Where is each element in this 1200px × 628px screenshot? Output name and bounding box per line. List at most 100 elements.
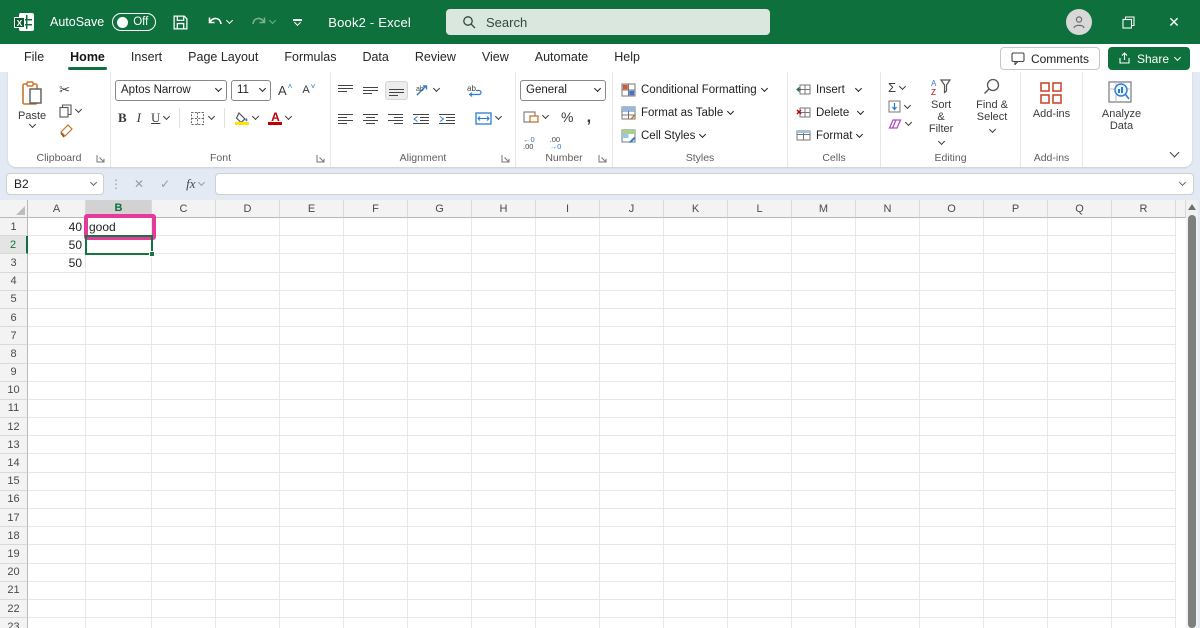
- grid-cell-E11[interactable]: [280, 400, 344, 418]
- search-input[interactable]: Search: [446, 9, 770, 35]
- grid-cell-L11[interactable]: [728, 400, 792, 418]
- scroll-up-arrow-icon[interactable]: [1188, 204, 1196, 210]
- grid-cell-J18[interactable]: [600, 527, 664, 545]
- grid-cell-Q11[interactable]: [1048, 400, 1112, 418]
- grid-cell-K9[interactable]: [664, 364, 728, 382]
- grid-cell-P6[interactable]: [984, 309, 1048, 327]
- grid-cell-F2[interactable]: [344, 236, 408, 254]
- grid-cell-H21[interactable]: [472, 582, 536, 600]
- grid-cell-I7[interactable]: [536, 327, 600, 345]
- row-header-2[interactable]: 2: [0, 236, 28, 254]
- grid-cell-O1[interactable]: [920, 218, 984, 236]
- grid-cell-R20[interactable]: [1112, 564, 1176, 582]
- grid-cell-H17[interactable]: [472, 509, 536, 527]
- top-align-button[interactable]: [335, 82, 356, 99]
- grid-cell-R13[interactable]: [1112, 436, 1176, 454]
- decrease-font-size-button[interactable]: A˅: [299, 82, 318, 98]
- grid-cell-Q1[interactable]: [1048, 218, 1112, 236]
- grid-cell-M3[interactable]: [792, 254, 856, 272]
- grid-cell-B5[interactable]: [86, 291, 152, 309]
- grid-cell-F4[interactable]: [344, 273, 408, 291]
- column-header-R[interactable]: R: [1112, 200, 1176, 218]
- grid-cell-M19[interactable]: [792, 545, 856, 563]
- redo-button[interactable]: [248, 13, 277, 32]
- grid-cell-Q19[interactable]: [1048, 545, 1112, 563]
- grid-cell-Q22[interactable]: [1048, 600, 1112, 618]
- grid-cell-R12[interactable]: [1112, 418, 1176, 436]
- grid-cell-O18[interactable]: [920, 527, 984, 545]
- tab-page-layout[interactable]: Page Layout: [176, 45, 270, 71]
- grid-cell-C1[interactable]: [152, 218, 216, 236]
- grid-cell-Q9[interactable]: [1048, 364, 1112, 382]
- grid-cell-F15[interactable]: [344, 473, 408, 491]
- borders-button[interactable]: [187, 109, 217, 128]
- grid-cell-L2[interactable]: [728, 236, 792, 254]
- expand-formula-bar-button[interactable]: [1179, 178, 1186, 185]
- grid-cell-M15[interactable]: [792, 473, 856, 491]
- grid-cell-E19[interactable]: [280, 545, 344, 563]
- grid-cell-P17[interactable]: [984, 509, 1048, 527]
- grid-cell-M4[interactable]: [792, 273, 856, 291]
- grid-cell-G14[interactable]: [408, 454, 472, 472]
- grid-cell-D23[interactable]: [216, 618, 280, 628]
- grid-cell-L13[interactable]: [728, 436, 792, 454]
- grid-cell-D1[interactable]: [216, 218, 280, 236]
- grid-cell-G23[interactable]: [408, 618, 472, 628]
- grid-cell-R4[interactable]: [1112, 273, 1176, 291]
- grid-cell-C21[interactable]: [152, 582, 216, 600]
- grid-cell-Q4[interactable]: [1048, 273, 1112, 291]
- grid-cell-G18[interactable]: [408, 527, 472, 545]
- tab-file[interactable]: File: [12, 45, 56, 71]
- row-header-5[interactable]: 5: [0, 291, 28, 309]
- grid-cell-L22[interactable]: [728, 600, 792, 618]
- grid-cell-K7[interactable]: [664, 327, 728, 345]
- grid-cell-K20[interactable]: [664, 564, 728, 582]
- grid-cell-O13[interactable]: [920, 436, 984, 454]
- grid-cell-B23[interactable]: [86, 618, 152, 628]
- grid-cell-O10[interactable]: [920, 382, 984, 400]
- grid-cell-C15[interactable]: [152, 473, 216, 491]
- grid-cell-L16[interactable]: [728, 491, 792, 509]
- grid-cell-A20[interactable]: [28, 564, 86, 582]
- grid-cell-F14[interactable]: [344, 454, 408, 472]
- grid-cell-R7[interactable]: [1112, 327, 1176, 345]
- grid-cell-B18[interactable]: [86, 527, 152, 545]
- addins-button[interactable]: Add-ins: [1027, 78, 1076, 123]
- grid-cell-H15[interactable]: [472, 473, 536, 491]
- row-header-4[interactable]: 4: [0, 273, 28, 291]
- grid-cell-L6[interactable]: [728, 309, 792, 327]
- grid-cell-O3[interactable]: [920, 254, 984, 272]
- column-header-O[interactable]: O: [920, 200, 984, 218]
- column-header-N[interactable]: N: [856, 200, 920, 218]
- grid-cell-N22[interactable]: [856, 600, 920, 618]
- grid-cell-D21[interactable]: [216, 582, 280, 600]
- grid-cell-Q5[interactable]: [1048, 291, 1112, 309]
- grid-cell-A22[interactable]: [28, 600, 86, 618]
- grid-cell-K16[interactable]: [664, 491, 728, 509]
- grid-cell-C19[interactable]: [152, 545, 216, 563]
- grid-cell-I10[interactable]: [536, 382, 600, 400]
- delete-cells-button[interactable]: Delete: [792, 101, 867, 124]
- grid-cell-E2[interactable]: [280, 236, 344, 254]
- grid-cell-M14[interactable]: [792, 454, 856, 472]
- grid-cell-K2[interactable]: [664, 236, 728, 254]
- grid-cell-C23[interactable]: [152, 618, 216, 628]
- column-header-B[interactable]: B: [86, 200, 152, 218]
- grid-cell-I19[interactable]: [536, 545, 600, 563]
- increase-indent-button[interactable]: [436, 110, 458, 127]
- column-header-A[interactable]: A: [28, 200, 86, 218]
- grid-cell-R18[interactable]: [1112, 527, 1176, 545]
- grid-cell-E6[interactable]: [280, 309, 344, 327]
- grid-cell-A15[interactable]: [28, 473, 86, 491]
- cut-button[interactable]: ✂: [56, 80, 84, 100]
- grid-cell-Q16[interactable]: [1048, 491, 1112, 509]
- underline-button[interactable]: U: [148, 108, 172, 128]
- increase-decimal-button[interactable]: ←0.00: [520, 134, 538, 152]
- grid-cell-N5[interactable]: [856, 291, 920, 309]
- grid-cell-A6[interactable]: [28, 309, 86, 327]
- grid-cell-B22[interactable]: [86, 600, 152, 618]
- grid-cell-K18[interactable]: [664, 527, 728, 545]
- copy-button[interactable]: [56, 102, 84, 120]
- grid-cell-J8[interactable]: [600, 345, 664, 363]
- grid-cell-I13[interactable]: [536, 436, 600, 454]
